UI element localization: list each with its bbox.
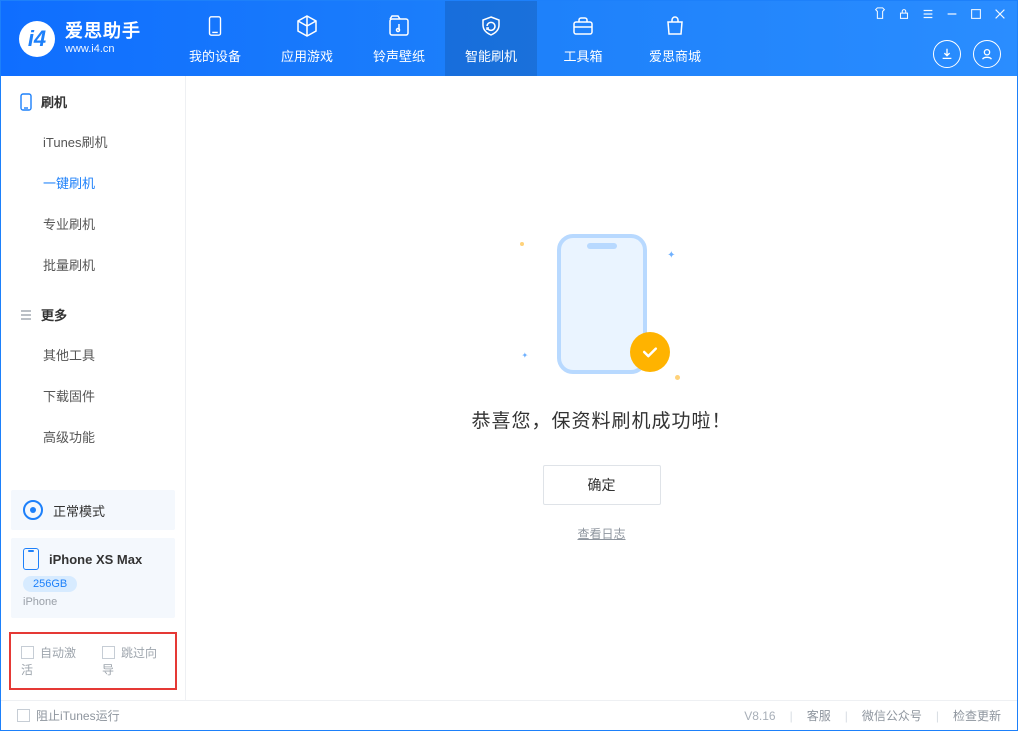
app-url: www.i4.cn (65, 43, 141, 56)
footer-left: 阻止iTunes运行 (17, 707, 120, 724)
maximize-icon[interactable] (969, 7, 983, 21)
footer-right: V8.16 | 客服 | 微信公众号 | 检查更新 (744, 707, 1001, 724)
device-panel[interactable]: iPhone XS Max 256GB iPhone (11, 538, 175, 618)
phone-icon (19, 93, 33, 111)
nav-ringtone-wallpaper[interactable]: 铃声壁纸 (353, 1, 445, 76)
version-label: V8.16 (744, 709, 775, 723)
sidebar-item-advanced[interactable]: 高级功能 (1, 416, 185, 457)
checkbox-skip-wizard[interactable]: 跳过向导 (102, 644, 165, 678)
success-message: 恭喜您，保资料刷机成功啦！ (471, 406, 731, 433)
sidebar-item-pro-flash[interactable]: 专业刷机 (1, 203, 185, 244)
shop-icon (661, 12, 689, 40)
sparkle-icon: ✦ (667, 250, 675, 261)
nav-apps-games[interactable]: 应用游戏 (261, 1, 353, 76)
checkbox-auto-activate[interactable]: 自动激活 (21, 644, 84, 678)
section-title: 刷机 (41, 92, 67, 111)
cube-icon (293, 12, 321, 40)
nav-my-device[interactable]: 我的设备 (169, 1, 261, 76)
device-subtype: iPhone (23, 596, 163, 608)
nav-label: 爱思商城 (649, 46, 701, 65)
logo-icon: i4 (19, 21, 55, 57)
footer-link-wechat[interactable]: 微信公众号 (862, 707, 922, 724)
checkbox-block-itunes[interactable]: 阻止iTunes运行 (17, 707, 120, 724)
sparkle-icon (520, 242, 524, 246)
close-icon[interactable] (993, 7, 1007, 21)
minimize-icon[interactable] (945, 7, 959, 21)
main-content: ✦ ✦ 恭喜您，保资料刷机成功啦！ 确定 查看日志 (186, 76, 1017, 700)
user-button[interactable] (973, 40, 1001, 68)
section-title: 更多 (41, 305, 67, 324)
window-controls (873, 7, 1007, 21)
main-nav: 我的设备 应用游戏 铃声壁纸 智能刷机 工具箱 爱思商城 (169, 1, 721, 76)
options-highlight-box: 自动激活 跳过向导 (9, 632, 177, 690)
footer-link-support[interactable]: 客服 (807, 707, 831, 724)
nav-label: 应用游戏 (281, 46, 333, 65)
nav-label: 智能刷机 (465, 46, 517, 65)
sidebar-more-items: 其他工具 下载固件 高级功能 (1, 330, 185, 461)
mode-icon (23, 500, 43, 520)
status-bar: 阻止iTunes运行 V8.16 | 客服 | 微信公众号 | 检查更新 (1, 700, 1017, 730)
app-name: 爱思助手 (65, 21, 141, 43)
sidebar-section-flash: 刷机 (1, 76, 185, 117)
mode-panel[interactable]: 正常模式 (11, 490, 175, 530)
sidebar-item-download-firmware[interactable]: 下载固件 (1, 375, 185, 416)
download-button[interactable] (933, 40, 961, 68)
shirt-icon[interactable] (873, 7, 887, 21)
success-check-icon (630, 332, 670, 372)
sparkle-icon (675, 375, 680, 380)
sidebar-flash-items: iTunes刷机 一键刷机 专业刷机 批量刷机 (1, 117, 185, 289)
sidebar-item-itunes-flash[interactable]: iTunes刷机 (1, 121, 185, 162)
lock-icon[interactable] (897, 7, 911, 21)
nav-label: 我的设备 (189, 46, 241, 65)
device-name: iPhone XS Max (49, 552, 142, 567)
nav-smart-flash[interactable]: 智能刷机 (445, 1, 537, 76)
nav-toolbox[interactable]: 工具箱 (537, 1, 629, 76)
success-illustration: ✦ ✦ (532, 234, 672, 384)
logo-area: i4 爱思助手 www.i4.cn (1, 1, 159, 76)
nav-shop[interactable]: 爱思商城 (629, 1, 721, 76)
device-icon (201, 12, 229, 40)
refresh-shield-icon (477, 12, 505, 40)
header-action-buttons (933, 40, 1001, 68)
list-icon (19, 308, 33, 322)
footer-link-update[interactable]: 检查更新 (953, 707, 1001, 724)
nav-label: 工具箱 (563, 46, 602, 65)
sidebar-item-oneclick-flash[interactable]: 一键刷机 (1, 162, 185, 203)
device-capacity-badge: 256GB (23, 576, 77, 592)
nav-label: 铃声壁纸 (373, 46, 425, 65)
app-body: 刷机 iTunes刷机 一键刷机 专业刷机 批量刷机 更多 其他工具 下载固件 … (1, 76, 1017, 700)
sidebar-item-other-tools[interactable]: 其他工具 (1, 334, 185, 375)
app-header: i4 爱思助手 www.i4.cn 我的设备 应用游戏 铃声壁纸 智能刷机 工具… (1, 1, 1017, 76)
logo-text: 爱思助手 www.i4.cn (65, 21, 141, 56)
view-log-link[interactable]: 查看日志 (577, 525, 625, 542)
ok-button[interactable]: 确定 (543, 465, 661, 505)
music-folder-icon (385, 12, 413, 40)
toolbox-icon (569, 12, 597, 40)
sidebar: 刷机 iTunes刷机 一键刷机 专业刷机 批量刷机 更多 其他工具 下载固件 … (1, 76, 186, 700)
sidebar-section-more: 更多 (1, 289, 185, 330)
sidebar-item-batch-flash[interactable]: 批量刷机 (1, 244, 185, 285)
mode-label: 正常模式 (53, 501, 105, 520)
device-phone-icon (23, 548, 39, 570)
sparkle-icon: ✦ (522, 351, 529, 360)
menu-icon[interactable] (921, 7, 935, 21)
